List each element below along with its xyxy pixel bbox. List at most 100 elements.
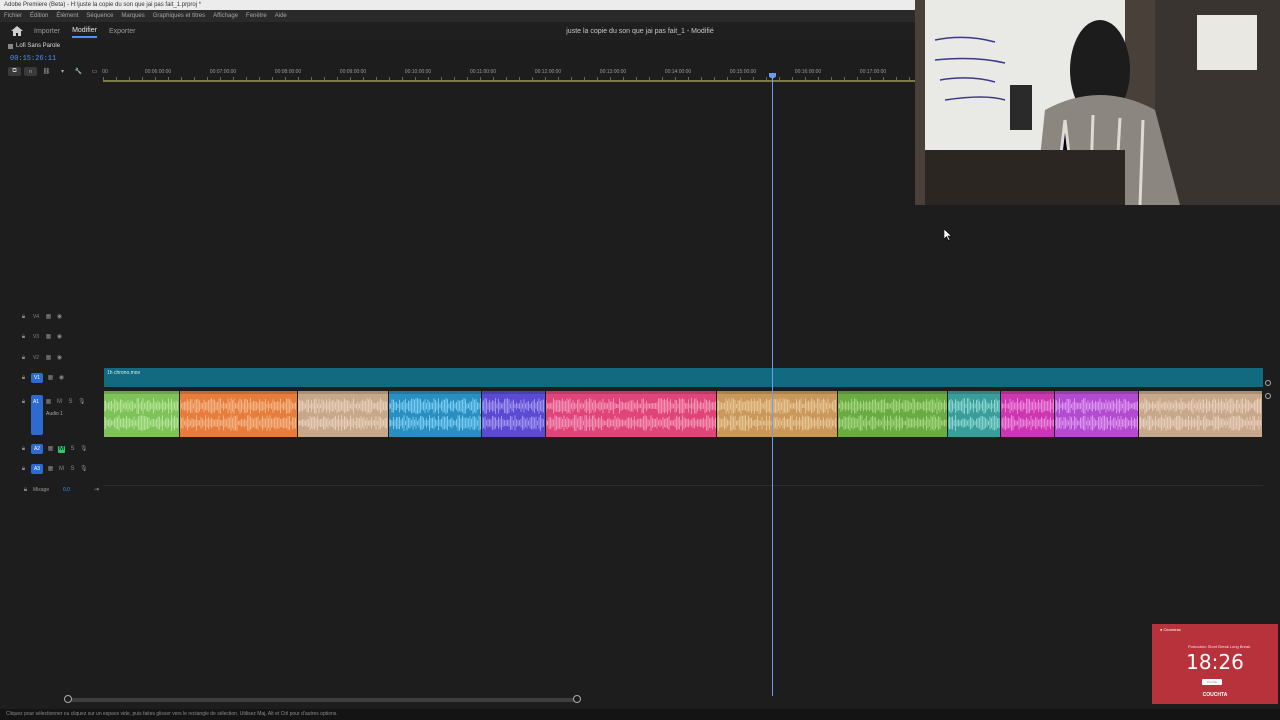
playhead-timecode[interactable]: 00:15:26:11 [10, 55, 56, 63]
mute-icon[interactable]: M [58, 466, 65, 473]
mic-icon[interactable]: 🎙︎ [80, 466, 88, 473]
film-icon[interactable]: ▦ [45, 355, 52, 362]
timer-pause-button: PAUSE [1202, 679, 1222, 685]
solo-icon[interactable]: S [67, 399, 74, 406]
lock-icon[interactable]: 🔒︎ [20, 466, 27, 473]
video-clip[interactable]: 1h chrono.mov [104, 368, 1263, 387]
divider [103, 485, 1263, 486]
ruler-tick-label: 00 [102, 69, 108, 75]
audio-clip[interactable] [104, 391, 179, 437]
track-label[interactable]: A2 [31, 444, 43, 454]
track-header-v3: 🔒︎ V3 ▦ ◉ [20, 330, 63, 344]
film-icon[interactable]: ▦ [45, 314, 52, 321]
lock-icon[interactable]: 🔒︎ [20, 446, 27, 453]
audio-waveform [298, 398, 387, 431]
mix-volume-value[interactable]: 0,0 [63, 487, 70, 493]
add-marker-icon[interactable]: ▾ [56, 67, 69, 76]
lock-icon[interactable]: 🔒︎ [20, 314, 27, 321]
eye-icon[interactable]: ◉ [56, 334, 63, 341]
track-label[interactable]: V3 [31, 334, 41, 340]
tab-importer[interactable]: Importer [34, 26, 60, 37]
film-icon[interactable]: ▦ [47, 446, 54, 453]
menu-item[interactable]: Édition [30, 13, 48, 19]
timeline-scrollbar[interactable] [68, 698, 578, 702]
track-label[interactable]: V1 [31, 373, 43, 383]
lock-icon[interactable]: 🔒︎ [20, 375, 27, 382]
menu-item[interactable]: Graphiques et titres [153, 13, 205, 19]
audio-waveform [717, 398, 836, 431]
track-label[interactable]: A1 [31, 399, 41, 405]
lock-icon[interactable]: 🔒︎ [20, 399, 27, 406]
lock-icon[interactable]: 🔒︎ [20, 334, 27, 341]
eye-icon[interactable]: ◉ [56, 314, 63, 321]
track-label[interactable]: V4 [31, 314, 41, 320]
sequence-tab[interactable]: Lofi Sans Parole [7, 43, 60, 49]
linked-selection-icon[interactable]: ⛓ [40, 67, 53, 76]
snap-icon[interactable]: ∩ [24, 67, 37, 76]
audio-clip[interactable] [717, 391, 837, 437]
audio-clip[interactable] [546, 391, 716, 437]
jump-to-end-icon[interactable]: ⇥ [94, 486, 99, 493]
film-icon[interactable]: ▦ [45, 334, 52, 341]
audio-clip[interactable] [298, 391, 388, 437]
audio-clip[interactable] [1001, 391, 1054, 437]
menu-item[interactable]: Fenêtre [246, 13, 267, 19]
audio-waveform [104, 398, 178, 431]
menu-bar: Fichier Édition Élément Séquence Marques Grap… [0, 10, 915, 22]
eye-icon[interactable]: ◉ [58, 375, 65, 382]
timer-modes: Pomodoro Short Break Long Break [1188, 644, 1251, 649]
audio-clip[interactable] [1055, 391, 1138, 437]
mute-icon[interactable]: M [58, 445, 65, 453]
wrench-icon[interactable]: 🔧 [72, 67, 85, 76]
menu-item[interactable]: Séquence [86, 13, 113, 19]
ruler-tick-label: 00:09:00:00 [339, 69, 367, 75]
webcam-feed [915, 0, 1280, 205]
solo-icon[interactable]: S [69, 446, 76, 453]
eye-icon[interactable]: ◉ [56, 355, 63, 362]
film-icon[interactable]: ▦ [45, 399, 52, 406]
menu-item[interactable]: Fichier [4, 13, 22, 19]
mic-icon[interactable]: 🎙︎ [78, 399, 86, 406]
audio-clip[interactable] [389, 391, 481, 437]
track-height-handle[interactable] [1265, 380, 1271, 386]
track-height-handle[interactable] [1265, 393, 1271, 399]
menu-item[interactable]: Aide [275, 13, 287, 19]
audio-waveform [180, 398, 296, 431]
audio-clip[interactable] [838, 391, 947, 437]
home-icon[interactable] [10, 25, 24, 37]
audio-clip[interactable] [180, 391, 297, 437]
audio-clip[interactable] [1139, 391, 1262, 437]
menu-item[interactable]: Affichage [213, 13, 238, 19]
time-ruler[interactable]: 00 00:06:00:00 00:07:00:00 00:08:00:00 00:09… [102, 66, 915, 82]
timer-countdown: 18:26 [1186, 650, 1244, 674]
scrollbar-end-handle[interactable] [573, 695, 581, 703]
scrollbar-start-handle[interactable] [64, 695, 72, 703]
menu-item[interactable]: Élément [56, 13, 78, 19]
audio-clip[interactable] [482, 391, 545, 437]
work-area-bar[interactable] [103, 80, 915, 82]
film-icon[interactable]: ▦ [47, 375, 54, 382]
captions-icon[interactable]: ▭ [88, 67, 101, 76]
mute-icon[interactable]: M [56, 399, 63, 406]
film-icon[interactable]: ▦ [47, 466, 54, 473]
window-title: Adobe Premiere (Beta) - H:\juste la copi… [0, 0, 915, 10]
track-label[interactable]: A3 [31, 464, 43, 474]
track-name-a1[interactable]: Audio 1 [46, 411, 63, 417]
lock-icon[interactable]: 🔒︎ [20, 355, 27, 362]
audio-clip[interactable] [948, 391, 1000, 437]
track-label[interactable]: V2 [31, 355, 41, 361]
lock-icon[interactable]: 🔒︎ [22, 487, 29, 494]
ruler-tick-label: 00:07:00:00 [209, 69, 237, 75]
mic-icon[interactable]: 🎙︎ [80, 446, 88, 453]
nest-toggle-icon[interactable]: ⧉ [8, 67, 21, 76]
track-header-a1: 🔒︎ A1 ▦ M S 🎙︎ [20, 395, 86, 409]
tab-modifier[interactable]: Modifier [72, 25, 97, 38]
playhead-line[interactable] [772, 74, 773, 696]
solo-icon[interactable]: S [69, 466, 76, 473]
document-title: juste la copie du son que jai pas fait_1… [566, 27, 714, 35]
menu-item[interactable]: Marques [121, 13, 144, 19]
track-header-a3: 🔒︎ A3 ▦ M S 🎙︎ [20, 462, 88, 476]
tab-exporter[interactable]: Exporter [109, 26, 135, 37]
audio-waveform [948, 398, 1000, 431]
timeline-tools: ⧉ ∩ ⛓ ▾ 🔧 ▭ [8, 67, 101, 76]
